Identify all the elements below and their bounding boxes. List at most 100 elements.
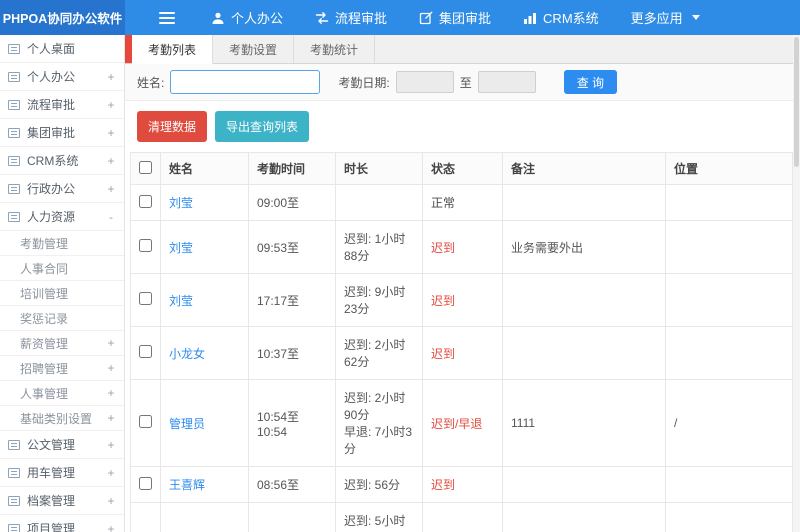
sidebar-item[interactable]: 人事合同 bbox=[0, 256, 124, 281]
expand-plus-icon[interactable]: + bbox=[106, 154, 116, 168]
expand-plus-icon[interactable]: + bbox=[106, 494, 116, 508]
sidebar-item-label: 人力资源 bbox=[27, 210, 76, 224]
sidebar-item[interactable]: 培训管理 bbox=[0, 281, 124, 306]
expand-plus-icon[interactable]: + bbox=[106, 386, 116, 400]
expand-plus-icon[interactable]: + bbox=[106, 466, 116, 480]
note-cell bbox=[502, 184, 666, 221]
row-checkbox[interactable] bbox=[139, 194, 152, 208]
attendance-time-cell: 09:00至 bbox=[248, 184, 336, 221]
nav-group-approval[interactable]: 集团审批 bbox=[403, 0, 507, 35]
expand-plus-icon[interactable]: + bbox=[106, 336, 116, 350]
sidebar-item[interactable]: 招聘管理 + bbox=[0, 356, 124, 381]
tab-attendance-statistics[interactable]: 考勤统计 bbox=[294, 35, 376, 63]
sidebar-menu: 个人桌面 个人办公 + 流程审批 + 集团审批 + CRM系统 + 行政办公 + 人力资源 - 考勤管理人… bbox=[0, 35, 124, 532]
status-cell: 正常 bbox=[422, 184, 503, 221]
date-from-input[interactable] bbox=[395, 71, 454, 93]
personal-office-icon bbox=[8, 71, 20, 82]
row-select-cell bbox=[130, 379, 161, 467]
table-header-row: 姓名 考勤时间 时长 状态 备注 位置 bbox=[130, 152, 793, 185]
date-to-input[interactable] bbox=[477, 71, 536, 93]
nav-crm-system[interactable]: CRM系统 bbox=[507, 0, 615, 35]
group-approval-icon bbox=[8, 127, 20, 138]
attendance-time-cell: 08:56至 bbox=[248, 466, 336, 503]
column-header-note: 备注 bbox=[502, 152, 666, 185]
sidebar-item-label: 个人桌面 bbox=[27, 42, 76, 56]
search-button[interactable]: 查 询 bbox=[563, 70, 618, 94]
expand-plus-icon[interactable]: + bbox=[106, 411, 116, 425]
row-select-cell bbox=[130, 273, 161, 327]
column-header-location: 位置 bbox=[665, 152, 793, 185]
expand-plus-icon[interactable]: + bbox=[106, 126, 116, 140]
row-checkbox[interactable] bbox=[139, 415, 152, 428]
sidebar-item[interactable]: 人力资源 - bbox=[0, 203, 124, 231]
bar-chart-icon bbox=[523, 11, 537, 25]
chevron-down-icon bbox=[691, 15, 700, 20]
expand-plus-icon[interactable]: + bbox=[106, 98, 116, 112]
row-checkbox[interactable] bbox=[139, 239, 152, 252]
nav-personal-office[interactable]: 个人办公 bbox=[195, 0, 299, 35]
sidebar-item-label: 个人办公 bbox=[27, 70, 76, 84]
expand-plus-icon[interactable]: + bbox=[106, 182, 116, 196]
employee-name-link[interactable]: 王喜辉 bbox=[169, 478, 205, 492]
employee-name-link[interactable]: 刘莹 bbox=[169, 241, 193, 255]
sidebar-item[interactable]: 项目管理 + bbox=[0, 515, 124, 532]
status-cell: 迟到 bbox=[422, 326, 503, 380]
employee-name-link[interactable]: 小龙女 bbox=[169, 347, 205, 361]
nav-workflow-approval[interactable]: 流程审批 bbox=[299, 0, 403, 35]
sidebar-item[interactable]: CRM系统 + bbox=[0, 147, 124, 175]
nav-more-apps[interactable]: 更多应用 bbox=[615, 0, 716, 35]
row-select-cell bbox=[130, 220, 161, 274]
row-checkbox[interactable] bbox=[139, 345, 152, 358]
expand-plus-icon[interactable]: + bbox=[106, 522, 116, 532]
date-range-to-label: 至 bbox=[459, 75, 472, 90]
expand-plus-icon[interactable]: + bbox=[106, 438, 116, 452]
sidebar-item[interactable]: 行政办公 + bbox=[0, 175, 124, 203]
sidebar-item-label: 考勤管理 bbox=[20, 236, 69, 251]
sidebar-item[interactable]: 薪资管理 + bbox=[0, 331, 124, 356]
employee-name-link[interactable]: 刘莹 bbox=[169, 294, 193, 308]
attendance-time-cell: 17:17至 bbox=[248, 273, 336, 327]
status-cell: 迟到 bbox=[422, 220, 503, 274]
menu-toggle-icon[interactable] bbox=[143, 0, 191, 35]
tab-attendance-list[interactable]: 考勤列表 bbox=[132, 35, 214, 64]
sidebar-item-label: 人事合同 bbox=[20, 261, 69, 276]
attendance-row: 刘莹 09:53至 迟到: 1小时88分 迟到 业务需要外出 bbox=[130, 220, 793, 274]
row-checkbox[interactable] bbox=[139, 292, 152, 305]
duration-cell: 迟到: 1小时88分 bbox=[335, 220, 423, 274]
employee-name-link[interactable]: 管理员 bbox=[169, 417, 205, 431]
location-cell bbox=[665, 220, 793, 274]
sidebar-item[interactable]: 公文管理 + bbox=[0, 431, 124, 459]
sidebar-item[interactable]: 考勤管理 bbox=[0, 231, 124, 256]
expand-plus-icon[interactable]: + bbox=[106, 70, 116, 84]
sidebar-item-label: 行政办公 bbox=[27, 182, 76, 196]
name-filter-input[interactable] bbox=[170, 70, 321, 94]
sidebar-item[interactable]: 基础类别设置 + bbox=[0, 406, 124, 431]
employee-name-link[interactable]: 刘莹 bbox=[169, 196, 193, 210]
expand-plus-icon[interactable]: + bbox=[106, 361, 116, 375]
tab-attendance-settings[interactable]: 考勤设置 bbox=[213, 35, 295, 63]
desktop-icon bbox=[8, 43, 20, 54]
name-cell: 刘莹 bbox=[160, 184, 249, 221]
collapse-minus-icon[interactable]: - bbox=[106, 210, 116, 224]
clean-data-button[interactable]: 清理数据 bbox=[137, 111, 208, 142]
row-checkbox[interactable] bbox=[139, 476, 152, 490]
select-all-checkbox[interactable] bbox=[139, 160, 152, 174]
sidebar-item[interactable]: 流程审批 + bbox=[0, 91, 124, 119]
sidebar-item[interactable]: 个人办公 + bbox=[0, 63, 124, 91]
sidebar-item[interactable]: 用车管理 + bbox=[0, 459, 124, 487]
scrollbar-thumb[interactable] bbox=[794, 37, 799, 167]
attendance-row: 小龙女 10:37至 迟到: 2小时62分 迟到 bbox=[130, 326, 793, 380]
sidebar-item[interactable]: 档案管理 + bbox=[0, 487, 124, 515]
name-cell: 刘莹 bbox=[160, 220, 249, 274]
scrollbar[interactable] bbox=[793, 35, 800, 532]
note-cell bbox=[502, 273, 666, 327]
sidebar-item[interactable]: 个人桌面 bbox=[0, 35, 124, 63]
sidebar-item[interactable]: 奖惩记录 bbox=[0, 306, 124, 331]
sidebar: 个人桌面 个人办公 + 流程审批 + 集团审批 + CRM系统 + 行政办公 + 人力资源 - 考勤管理人… bbox=[0, 35, 125, 532]
status-cell: 迟到/早退 bbox=[422, 379, 503, 467]
location-cell bbox=[665, 466, 793, 503]
sidebar-item[interactable]: 集团审批 + bbox=[0, 119, 124, 147]
approval-edit-icon bbox=[419, 11, 433, 25]
export-list-button[interactable]: 导出查询列表 bbox=[215, 111, 310, 142]
sidebar-item[interactable]: 人事管理 + bbox=[0, 381, 124, 406]
